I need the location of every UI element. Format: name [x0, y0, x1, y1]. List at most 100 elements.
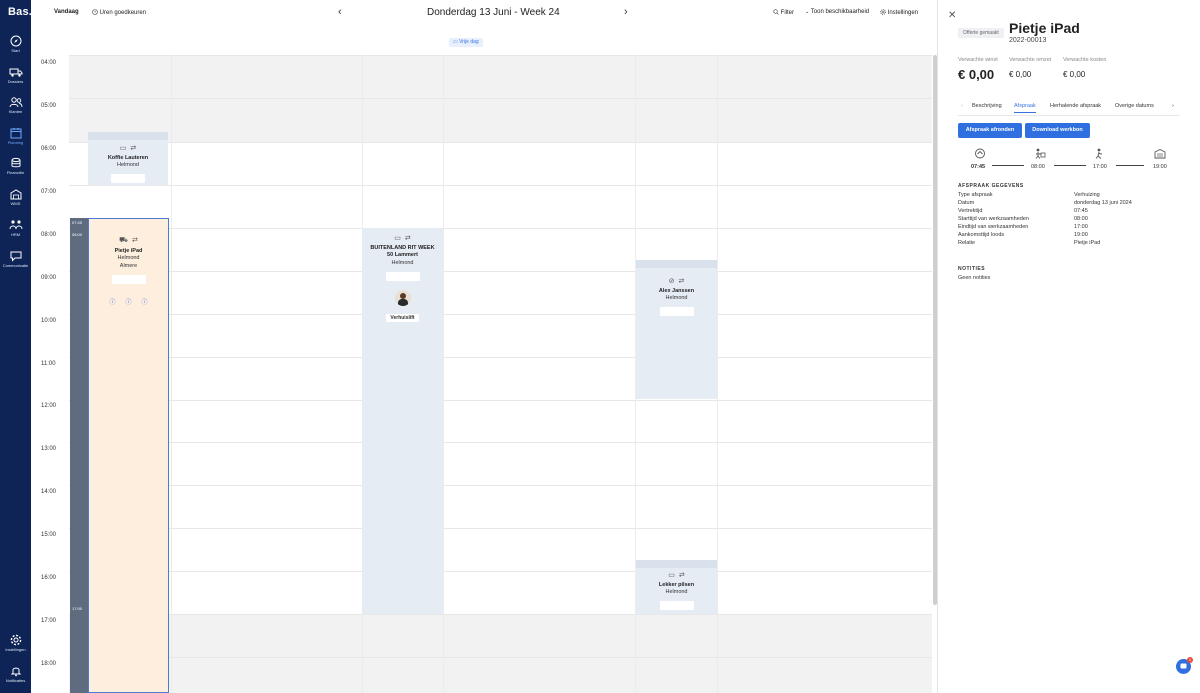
- event-title: BUITENLAND RIT WEEK: [370, 245, 435, 251]
- tab-afspraak[interactable]: Afspraak: [1014, 103, 1036, 113]
- hour-line: [69, 400, 932, 401]
- availability-label: Toon beschikbaarheid: [810, 9, 870, 15]
- close-icon[interactable]: ✕: [948, 10, 956, 21]
- finish-appointment-button[interactable]: Afspraak afronden: [958, 123, 1022, 138]
- gear-icon: [880, 9, 886, 15]
- departure-icon: [975, 148, 985, 159]
- sidebar-item-label: Instellingen: [5, 647, 26, 652]
- tabs-divider: [958, 115, 1180, 116]
- compass-icon: [10, 35, 21, 47]
- user-slot-icon[interactable]: ⓘ: [109, 297, 115, 306]
- settings-button[interactable]: Instellingen: [880, 9, 918, 16]
- hour-line: [69, 185, 932, 186]
- chat-icon: [10, 251, 21, 262]
- hour-line: [69, 657, 932, 658]
- event-icons: ▭ ⇄: [362, 234, 443, 242]
- event-icons: ▭ ⇄: [88, 144, 168, 152]
- search-icon: [773, 9, 779, 15]
- time-label: 04:00: [41, 60, 57, 66]
- sidebar-item-label: Start: [11, 48, 20, 53]
- tab-herhalende-afspraak[interactable]: Herhalende afspraak: [1050, 103, 1101, 109]
- chat-launcher-button[interactable]: 1: [1176, 657, 1193, 674]
- hour-line: [69, 571, 932, 572]
- event-title: Lekker pilsen: [658, 582, 695, 588]
- sidebar-item-start[interactable]: Start: [0, 33, 31, 63]
- availability-toggle[interactable]: ⌄ Toon beschikbaarheid: [805, 9, 869, 15]
- event-location: Helmond: [665, 295, 688, 302]
- today-button[interactable]: Vandaag: [54, 9, 79, 15]
- event-alex-janssen[interactable]: ⊘ ⇄ Alex Janssen Helmond: [636, 260, 717, 399]
- sidebar-item-hrm[interactable]: HRM: [0, 217, 31, 247]
- panel-title: Pietje iPad: [1009, 20, 1080, 36]
- time-label: 15:00: [41, 532, 57, 538]
- selected-time-range: 07:45 08:00 17:00: [70, 218, 88, 693]
- time-label: 12:00: [41, 403, 57, 409]
- detail-key: Aankomsttijd loods: [958, 232, 1005, 238]
- time-label: 08:00: [41, 232, 57, 238]
- approve-hours-label: Uren goedkeuren: [99, 10, 147, 16]
- notes-title: NOTITIES: [958, 266, 986, 272]
- free-day-badge[interactable]: ▭ Vrije dag: [449, 38, 483, 47]
- notes-text: Geen notities: [958, 275, 991, 281]
- appointment-panel: ✕ Offerte gemaakt Pietje iPad 2022-00013…: [937, 0, 1200, 693]
- timebar-end: 17:00: [72, 606, 83, 611]
- truck-icon: [9, 68, 22, 77]
- detail-value: donderdag 13 juni 2024: [1074, 200, 1132, 206]
- tab-beschrijving[interactable]: Beschrijving: [972, 103, 1002, 109]
- sidebar-item-financien[interactable]: Financiën: [0, 155, 31, 185]
- panel-tabs: ‹ Beschrijving Afspraak Herhalende afspr…: [958, 101, 1180, 115]
- details-title: AFSPRAAK GEGEVENS: [958, 183, 1024, 189]
- event-pietje-ipad[interactable]: ⛟ ⇄ Pietje iPad Helmond Almere ⓘ ⓘ ⓘ: [88, 218, 169, 693]
- detail-key: Eindtijd van werkzaamheden: [958, 224, 1029, 230]
- timeline-segment: [1116, 165, 1144, 166]
- sidebar-item-label: Dossiers: [7, 79, 24, 84]
- time-label: 07:00: [41, 189, 57, 195]
- timeline-end: 17:00: [1093, 164, 1107, 170]
- filter-button[interactable]: Filter: [773, 9, 794, 16]
- tabs-scroll-left[interactable]: ‹: [961, 103, 963, 109]
- hour-line: [69, 485, 932, 486]
- event-chip: [659, 601, 694, 611]
- worker-start-icon: [1035, 148, 1046, 159]
- event-buitenland-rit[interactable]: ▭ ⇄ BUITENLAND RIT WEEK 50 Lammert Helmo…: [362, 228, 443, 614]
- detail-value: 07:45: [1074, 208, 1088, 214]
- column-divider: [717, 55, 718, 693]
- event-location: Helmond: [665, 589, 688, 596]
- toolbar: Vandaag Uren goedkeuren ‹ Donderdag 13 J…: [31, 0, 937, 27]
- kpi-label: Verwachte kosten: [1063, 57, 1107, 63]
- user-slot-icon[interactable]: ⓘ: [142, 297, 148, 306]
- approve-hours-button[interactable]: Uren goedkeuren: [92, 9, 146, 16]
- download-workorder-button[interactable]: Download werkbon: [1025, 123, 1090, 138]
- avatar[interactable]: [394, 289, 411, 306]
- prev-day-button[interactable]: ‹: [338, 6, 342, 18]
- tabs-scroll-right[interactable]: ›: [1172, 103, 1174, 109]
- sidebar-item-label: Communicatie: [2, 263, 29, 268]
- sidebar-item-planning[interactable]: Planning: [0, 125, 31, 155]
- event-stripe: [636, 560, 717, 568]
- timeline-arrival: 19:00: [1153, 164, 1167, 170]
- people-icon: [9, 220, 22, 230]
- sidebar-item-dossiers[interactable]: Dossiers: [0, 64, 31, 94]
- event-stripe: [636, 260, 717, 268]
- event-title: Alex Janssen: [658, 288, 695, 294]
- kpi-value-profit: € 0,00: [958, 67, 995, 82]
- event-koffie-lauteren[interactable]: ▭ ⇄ Koffie Lauteren Helmond: [88, 132, 168, 185]
- event-title: Koffie Lauteren: [107, 155, 149, 161]
- timeline-segment: [1054, 165, 1086, 166]
- no-calendar-icon: ⊘: [668, 278, 675, 285]
- event-subtitle: 50 Lammert: [387, 252, 418, 259]
- warehouse-icon: [10, 189, 21, 200]
- sidebar-item-wms[interactable]: WMS: [0, 186, 31, 216]
- sidebar: Bas. Start Dossiers Klanten Planning Fin…: [0, 0, 32, 693]
- sidebar-item-instellingen[interactable]: Instellingen: [0, 632, 31, 662]
- sidebar-item-communicatie[interactable]: Communicatie: [0, 248, 31, 278]
- event-lekker-pilsen[interactable]: ▭ ⇄ Lekker pilsen Helmond: [636, 560, 717, 614]
- user-slot-icon[interactable]: ⓘ: [125, 297, 131, 306]
- detail-key: Type afspraak: [958, 192, 993, 198]
- sidebar-item-klanten[interactable]: Klanten: [0, 94, 31, 124]
- next-day-button[interactable]: ›: [624, 6, 628, 18]
- sidebar-item-notificaties[interactable]: Notificaties: [0, 663, 31, 693]
- detail-key: Datum: [958, 200, 975, 206]
- tab-overige-datums[interactable]: Overige datums: [1115, 103, 1154, 109]
- page-title: Donderdag 13 Juni - Week 24: [427, 7, 560, 18]
